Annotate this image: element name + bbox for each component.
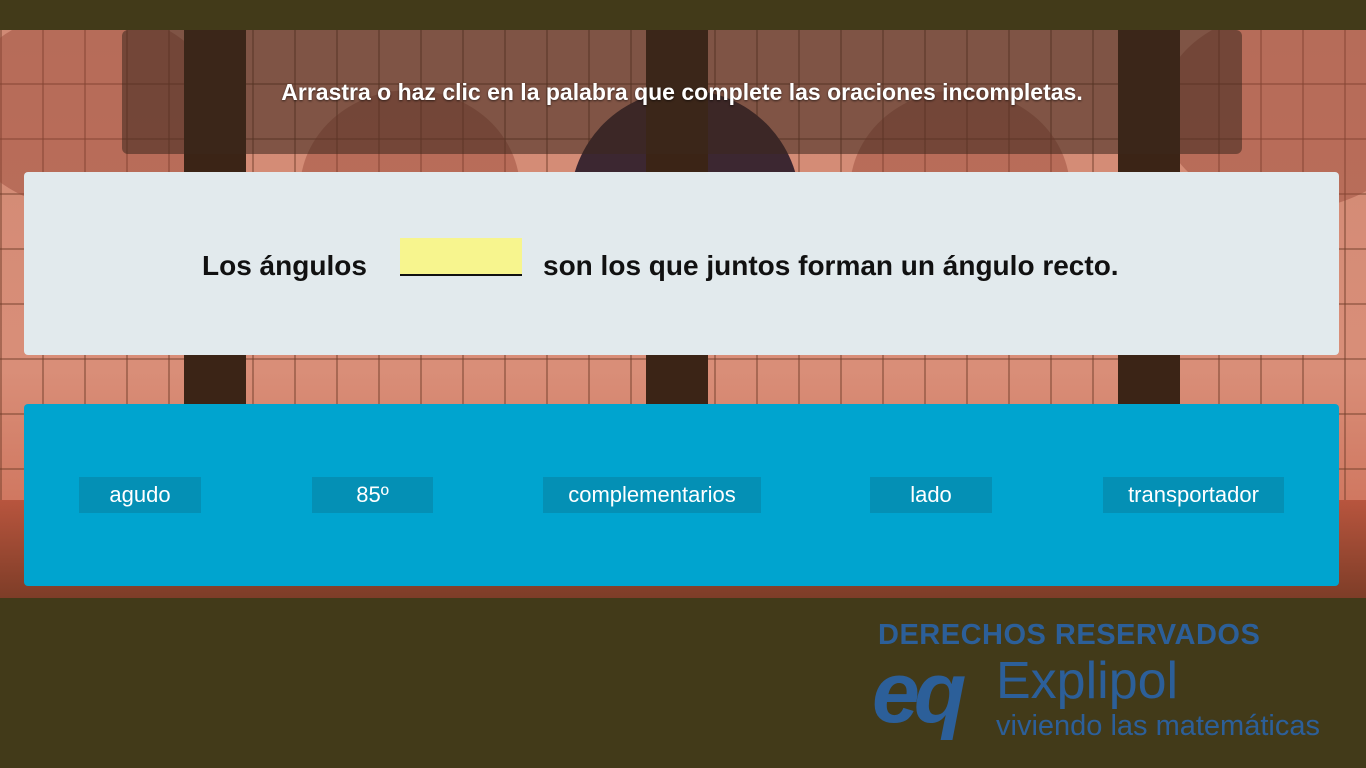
watermark-brand: Explipol — [996, 652, 1179, 710]
instruction-banner: Arrastra o haz clic en la palabra que co… — [122, 30, 1242, 154]
answer-drop-zone[interactable] — [400, 238, 522, 276]
word-option-complementarios[interactable]: complementarios — [543, 477, 761, 513]
sentence-after: son los que juntos forman un ángulo rect… — [543, 250, 1119, 281]
word-option-transportador[interactable]: transportador — [1103, 477, 1284, 513]
watermark-logo-mark: eq — [872, 645, 966, 741]
sentence-before: Los ángulos — [202, 250, 367, 281]
watermark-tagline: viviendo las matemáticas — [996, 710, 1320, 742]
word-option-85[interactable]: 85º — [312, 477, 433, 513]
word-option-lado[interactable]: lado — [870, 477, 992, 513]
word-option-agudo[interactable]: agudo — [79, 477, 201, 513]
